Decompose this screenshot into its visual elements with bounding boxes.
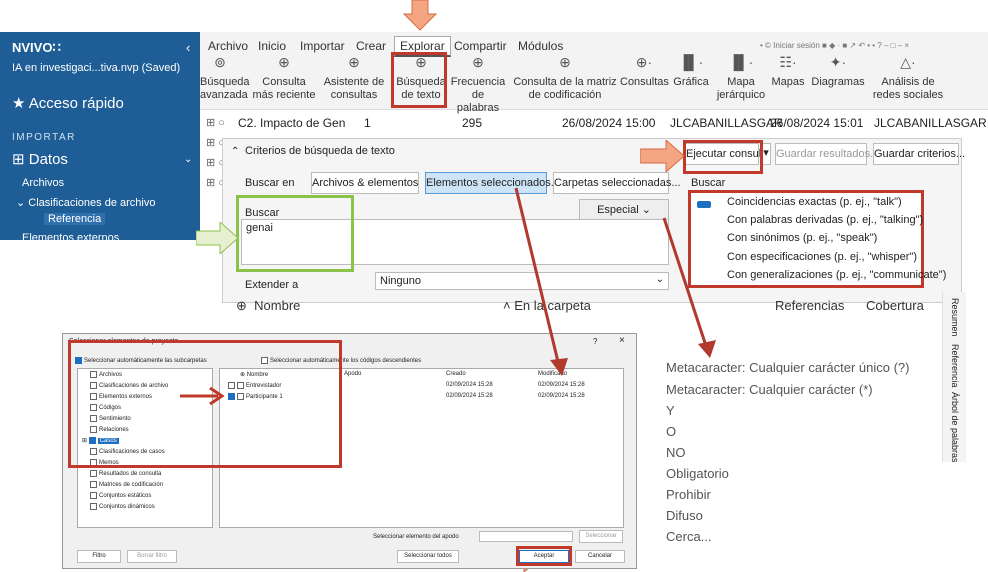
annotation-arrows	[514, 187, 716, 376]
